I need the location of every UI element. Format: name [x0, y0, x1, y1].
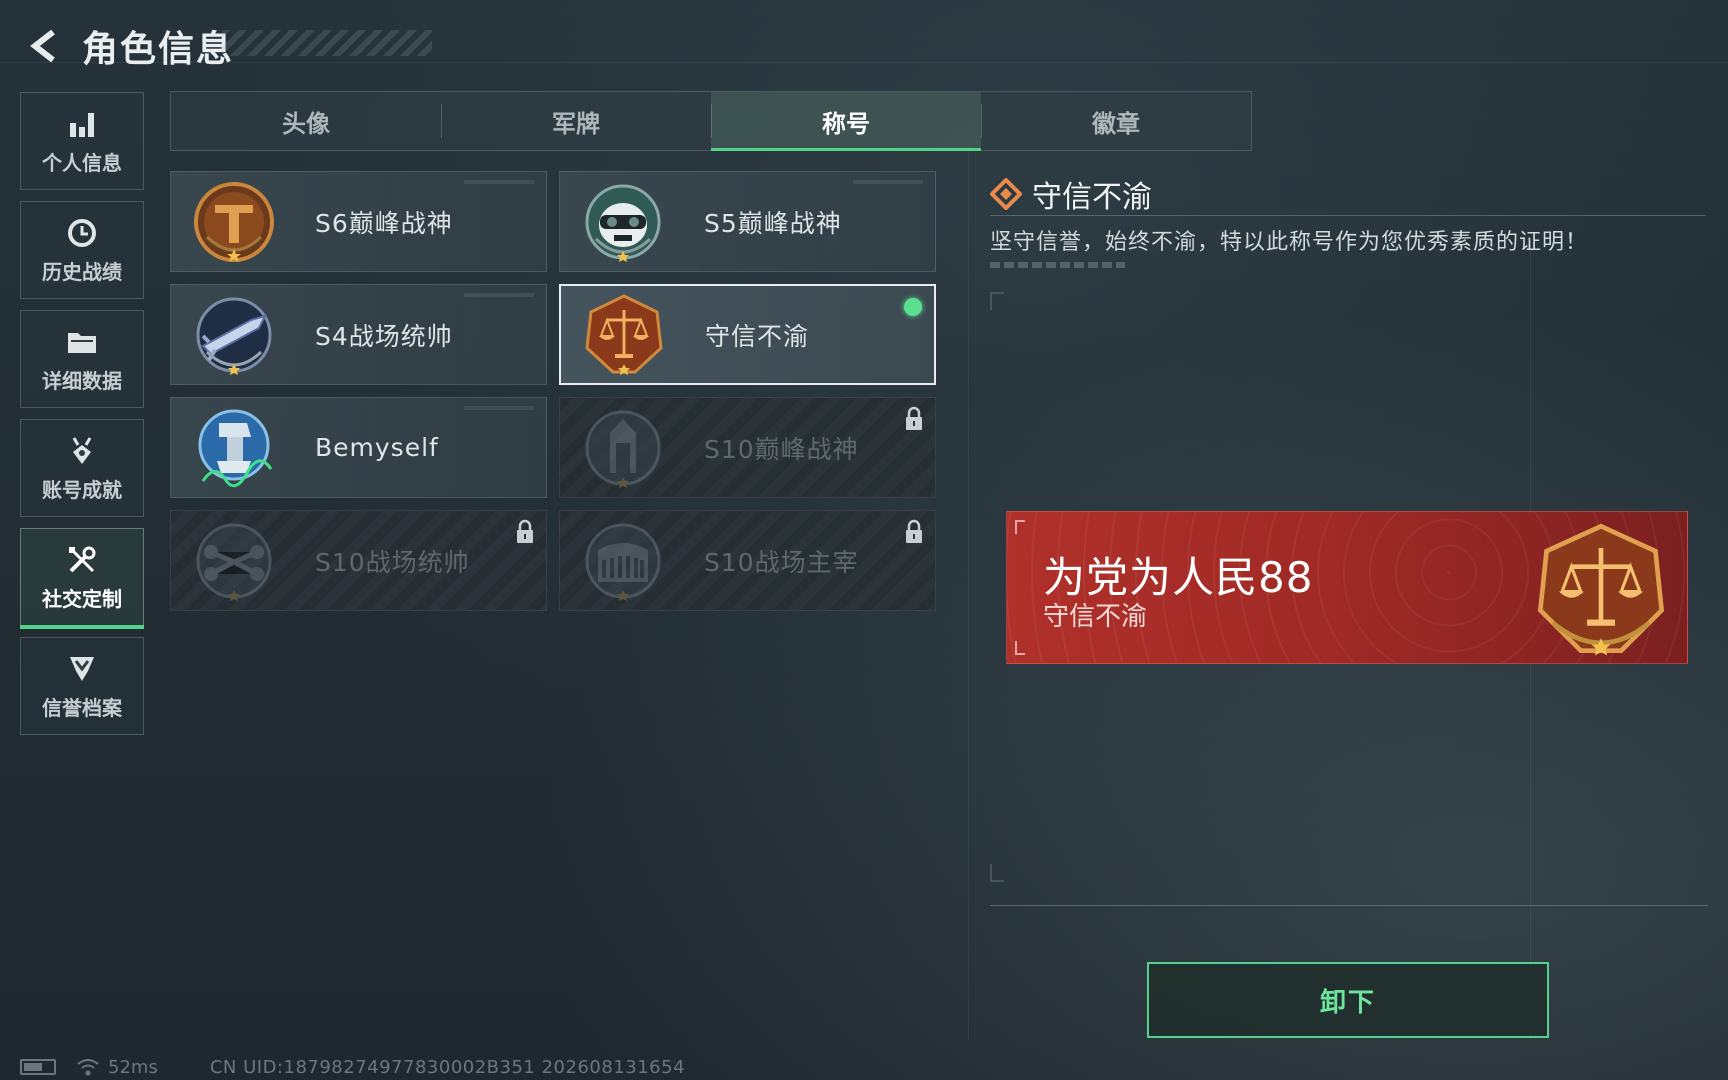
title-name: S10战场主宰 [704, 547, 859, 577]
action-divider [990, 905, 1708, 906]
tab-title[interactable]: 称号 [711, 92, 981, 151]
title-name: S4战场统帅 [315, 321, 453, 351]
back-arrow-icon [30, 29, 55, 63]
skull-goggles-badge-icon [576, 175, 670, 269]
lock-icon [906, 406, 922, 430]
title-name: S10巅峰战神 [704, 434, 859, 464]
frame-bracket [990, 864, 1004, 882]
title-name: S10战场统帅 [315, 547, 470, 577]
ping-value: 52ms [108, 1056, 158, 1078]
card-decoration [464, 406, 534, 410]
sidebar-item-details[interactable]: 详细数据 [20, 310, 144, 408]
sidebar: 个人信息 历史战绩 详细数据 账号成就 社交定制 信誉档案 [20, 92, 144, 746]
banner-corner [1015, 641, 1025, 655]
sidebar-item-credit[interactable]: 信誉档案 [20, 637, 144, 735]
bg-grid-line [0, 62, 1728, 63]
tools-icon [65, 543, 99, 577]
title-card[interactable]: S6巅峰战神 [170, 171, 547, 272]
bar-chart-icon [65, 107, 99, 141]
sidebar-item-label: 账号成就 [42, 477, 122, 502]
title-card-locked[interactable]: S10巅峰战神 [559, 397, 936, 498]
sidebar-item-history[interactable]: 历史战绩 [20, 201, 144, 299]
diamond-icon [990, 178, 1022, 210]
scales-badge-icon [1537, 523, 1665, 656]
frame-bracket [990, 292, 1004, 310]
soldier-signature-badge-icon [187, 401, 281, 495]
clock-history-icon [65, 216, 99, 250]
lock-icon [906, 519, 922, 543]
page-header: 角色信息 [22, 18, 432, 74]
battery-icon [20, 1059, 56, 1075]
back-button[interactable] [22, 21, 64, 71]
sidebar-item-label: 个人信息 [42, 150, 122, 175]
title-card[interactable]: S4战场统帅 [170, 284, 547, 385]
detail-description: 坚守信誉，始终不渝，特以此称号作为您优秀素质的证明！ [990, 230, 1589, 255]
sidebar-item-label: 历史战绩 [42, 259, 122, 284]
user-uid: CN UID:18798274977830002B351 20260813165… [209, 1056, 686, 1078]
title-preview-banner: 为党为人民88 守信不渝 [1006, 511, 1688, 664]
shield-chevron-icon [65, 652, 99, 686]
sidebar-item-label: 信誉档案 [42, 695, 122, 720]
category-tabs: 头像 军牌 称号 徽章 [170, 91, 1252, 151]
sidebar-item-label: 详细数据 [42, 368, 122, 393]
t-emblem-badge-icon [187, 175, 281, 269]
detail-decoration [990, 262, 1125, 268]
detail-divider [990, 215, 1706, 216]
sidebar-item-achievements[interactable]: 账号成就 [20, 419, 144, 517]
tab-avatar[interactable]: 头像 [171, 92, 441, 150]
sidebar-item-social-custom[interactable]: 社交定制 [20, 528, 144, 629]
title-card-locked[interactable]: S10战场统帅 [170, 510, 547, 611]
title-name: 守信不渝 [705, 321, 810, 351]
medal-icon [65, 434, 99, 468]
page-title: 角色信息 [82, 29, 235, 70]
sidebar-item-label: 社交定制 [42, 586, 122, 611]
title-card-locked[interactable]: S10战场主宰 [559, 510, 936, 611]
tower-badge-icon [576, 401, 670, 495]
card-decoration [464, 293, 534, 297]
scales-badge-icon [577, 288, 671, 382]
banner-corner [1015, 520, 1025, 534]
detail-title-name: 守信不渝 [1032, 180, 1152, 215]
tab-badge[interactable]: 徽章 [981, 92, 1251, 150]
equipped-indicator [904, 298, 922, 316]
status-footer: 52ms CN UID:18798274977830002B351 202608… [20, 1054, 685, 1080]
missile-badge-icon [187, 288, 281, 382]
card-decoration [853, 180, 923, 184]
title-card[interactable]: S5巅峰战神 [559, 171, 936, 272]
title-name: S5巅峰战神 [704, 208, 842, 238]
tab-dogtag[interactable]: 军牌 [441, 92, 711, 150]
header-hatch-decoration [222, 30, 432, 56]
title-name: S6巅峰战神 [315, 208, 453, 238]
title-name: Bemyself [315, 433, 439, 462]
folder-icon [65, 325, 99, 359]
lock-icon [517, 519, 533, 543]
colosseum-badge-icon [576, 514, 670, 608]
unequip-button[interactable]: 卸下 [1147, 962, 1549, 1038]
sidebar-item-personal-info[interactable]: 个人信息 [20, 92, 144, 190]
wifi-icon [77, 1059, 99, 1076]
title-card[interactable]: Bemyself [170, 397, 547, 498]
detail-header: 守信不渝 [990, 172, 1152, 216]
title-card-selected[interactable]: 守信不渝 [559, 284, 936, 385]
preview-title-name: 守信不渝 [1043, 602, 1148, 632]
card-decoration [464, 180, 534, 184]
title-list: S6巅峰战神 S5巅峰战神 S4战场统帅 守信不渝 Bemyself S10巅峰… [170, 171, 940, 611]
bg-grid-line [968, 140, 969, 1040]
drone-badge-icon [187, 514, 281, 608]
